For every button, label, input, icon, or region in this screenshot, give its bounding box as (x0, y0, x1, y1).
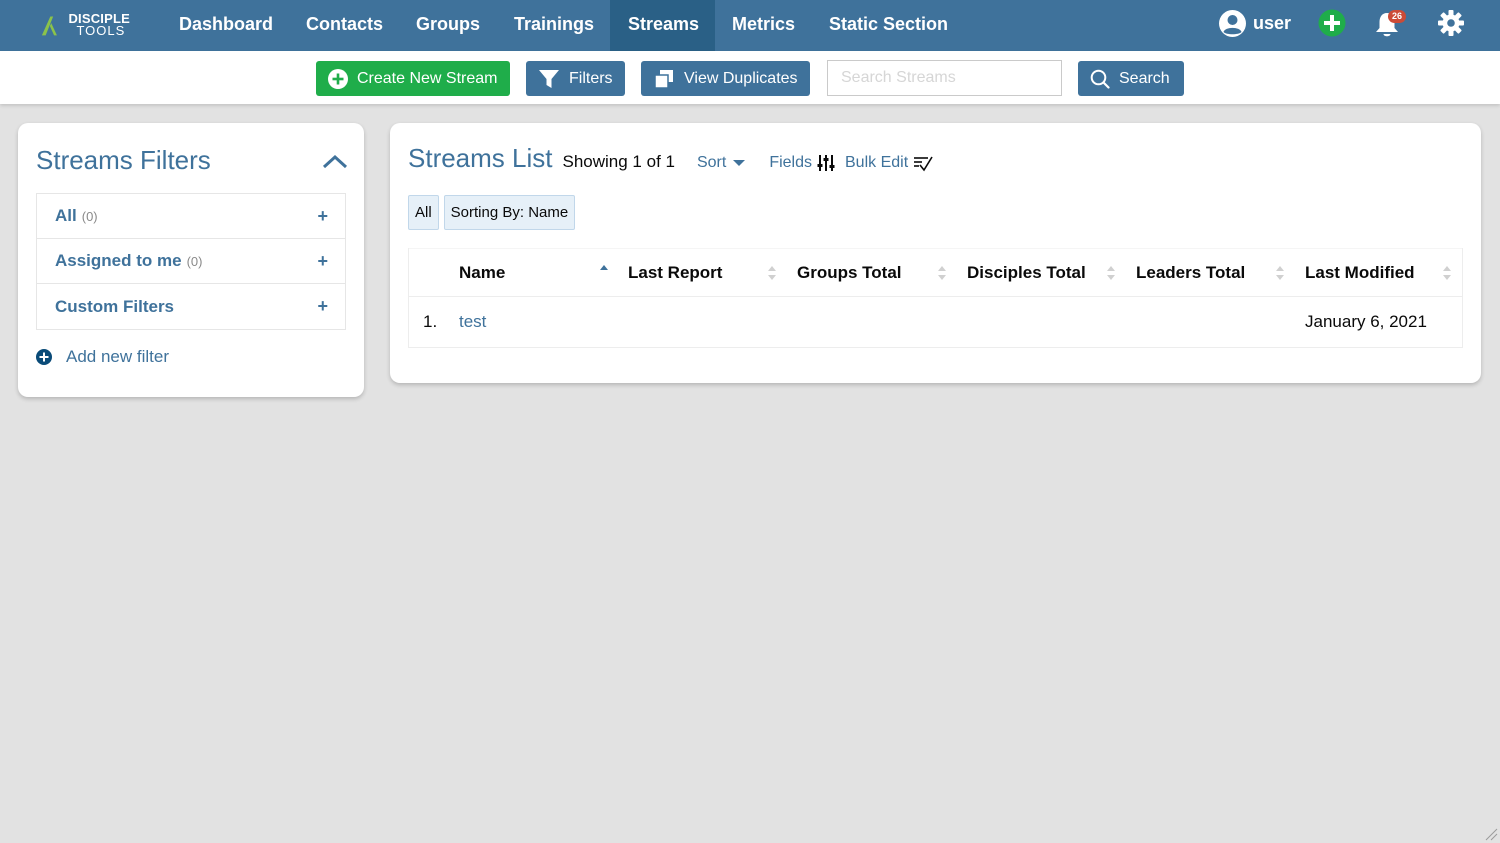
filters-panel-title: Streams Filters (36, 145, 211, 175)
logo-line-2: TOOLS (76, 23, 126, 38)
user-menu[interactable]: user (1218, 9, 1291, 38)
filter-label: Custom Filters (55, 296, 175, 316)
column-header-label: Last Modified (1305, 263, 1415, 282)
list-title: Streams List (408, 143, 553, 173)
expand-plus-icon[interactable]: + (317, 251, 328, 272)
search-button-label: Search (1119, 69, 1170, 87)
column-header-label: Name (459, 263, 506, 282)
filter-label: All (55, 206, 77, 225)
sort-both-icon (1107, 266, 1115, 280)
filters-label: Filters (569, 69, 613, 87)
last-modified-cell: January 6, 2021 (1305, 312, 1427, 331)
filters-button[interactable]: Filters (526, 61, 625, 96)
streams-table: Name Last Report Groups Total Disciples … (408, 248, 1463, 348)
duplicates-icon (654, 69, 673, 89)
table-row[interactable]: 1. test January 6, 2021 (409, 297, 1462, 347)
sort-both-icon (1276, 266, 1284, 280)
sort-both-icon (768, 266, 776, 280)
nav-metrics[interactable]: Metrics (714, 0, 813, 51)
nav-static-section[interactable]: Static Section (811, 0, 966, 51)
streams-list-panel: Streams List Showing 1 of 1 Sort Fields … (390, 123, 1481, 383)
chip-all[interactable]: All (408, 195, 439, 230)
filter-list: All (0) + Assigned to me (0) + Custom Fi… (36, 193, 346, 330)
search-button[interactable]: Search (1078, 61, 1184, 96)
settings-gear-icon[interactable] (1437, 9, 1465, 37)
search-icon (1090, 69, 1110, 89)
filter-count: (0) (186, 253, 203, 269)
bulk-edit-check-icon (914, 156, 933, 172)
row-index: 1. (423, 312, 438, 331)
column-header-disciples-total[interactable]: Disciples Total (967, 249, 1136, 296)
fields-label: Fields (769, 154, 812, 171)
nav-dashboard[interactable]: Dashboard (161, 0, 291, 51)
expand-plus-icon[interactable]: + (317, 296, 328, 317)
plus-circle-icon (36, 349, 52, 365)
top-navigation-bar: DISCIPLE TOOLS Dashboard Contacts Groups… (0, 0, 1500, 51)
bulk-edit-button[interactable]: Bulk Edit (845, 154, 933, 172)
expand-plus-icon[interactable]: + (317, 206, 328, 227)
chevron-up-icon[interactable] (322, 153, 348, 169)
caret-down-icon (733, 160, 746, 166)
sort-label: Sort (696, 154, 727, 171)
column-header-groups-total[interactable]: Groups Total (797, 249, 967, 296)
bulk-edit-label: Bulk Edit (845, 154, 909, 171)
sort-both-icon (938, 266, 946, 280)
funnel-icon (539, 69, 559, 88)
view-duplicates-label: View Duplicates (684, 69, 798, 87)
fields-button[interactable]: Fields (769, 154, 835, 172)
nav-groups[interactable]: Groups (398, 0, 498, 51)
showing-count: Showing 1 of 1 (562, 152, 675, 171)
filter-all[interactable]: All (0) + (37, 194, 345, 239)
filter-label: Assigned to me (55, 251, 182, 270)
add-new-icon[interactable] (1318, 9, 1346, 37)
streams-toolbar: Create New Stream Filters View Duplicate… (0, 51, 1500, 104)
create-new-stream-button[interactable]: Create New Stream (316, 61, 510, 96)
user-name: user (1253, 13, 1292, 33)
filter-custom-filters[interactable]: Custom Filters + (37, 284, 345, 329)
disciple-tools-logo[interactable]: DISCIPLE TOOLS (40, 10, 130, 40)
chip-sorting-by[interactable]: Sorting By: Name (443, 195, 576, 230)
stream-name-link[interactable]: test (459, 312, 486, 332)
notification-count-badge: 26 (1388, 10, 1407, 23)
sort-both-icon (1443, 266, 1451, 280)
streams-filters-panel: Streams Filters All (0) + Assigned to me… (18, 123, 364, 397)
view-duplicates-button[interactable]: View Duplicates (641, 61, 810, 96)
filter-count: (0) (81, 208, 98, 224)
sort-ascending-icon (600, 265, 608, 270)
search-streams-input[interactable] (827, 60, 1062, 96)
logo-mark-icon (41, 16, 57, 36)
resize-handle-icon[interactable] (1484, 827, 1498, 841)
column-header-last-modified[interactable]: Last Modified (1305, 249, 1462, 296)
nav-contacts[interactable]: Contacts (288, 0, 401, 51)
column-header-label: Groups Total (797, 263, 902, 282)
active-filter-chips: All Sorting By: Name (408, 195, 580, 230)
plus-circle-icon (328, 68, 348, 89)
column-header-label: Last Report (628, 263, 723, 282)
column-header-name[interactable]: Name (409, 249, 628, 296)
sliders-icon (817, 155, 835, 171)
user-avatar-icon (1219, 10, 1246, 37)
logo-text: DISCIPLE TOOLS (68, 12, 130, 38)
nav-trainings[interactable]: Trainings (496, 0, 612, 51)
create-new-stream-label: Create New Stream (357, 69, 498, 87)
column-header-last-report[interactable]: Last Report (628, 249, 797, 296)
column-header-label: Disciples Total (967, 263, 1086, 282)
column-header-leaders-total[interactable]: Leaders Total (1136, 249, 1305, 296)
filter-assigned-to-me[interactable]: Assigned to me (0) + (37, 239, 345, 284)
nav-streams[interactable]: Streams (610, 0, 715, 51)
sort-dropdown[interactable]: Sort (697, 154, 747, 172)
column-header-label: Leaders Total (1136, 263, 1246, 282)
add-new-filter-link[interactable]: Add new filter (36, 347, 169, 367)
table-header-row: Name Last Report Groups Total Disciples … (409, 248, 1462, 297)
list-header: Streams List Showing 1 of 1 Sort Fields … (408, 143, 933, 174)
add-new-filter-label: Add new filter (66, 347, 169, 366)
